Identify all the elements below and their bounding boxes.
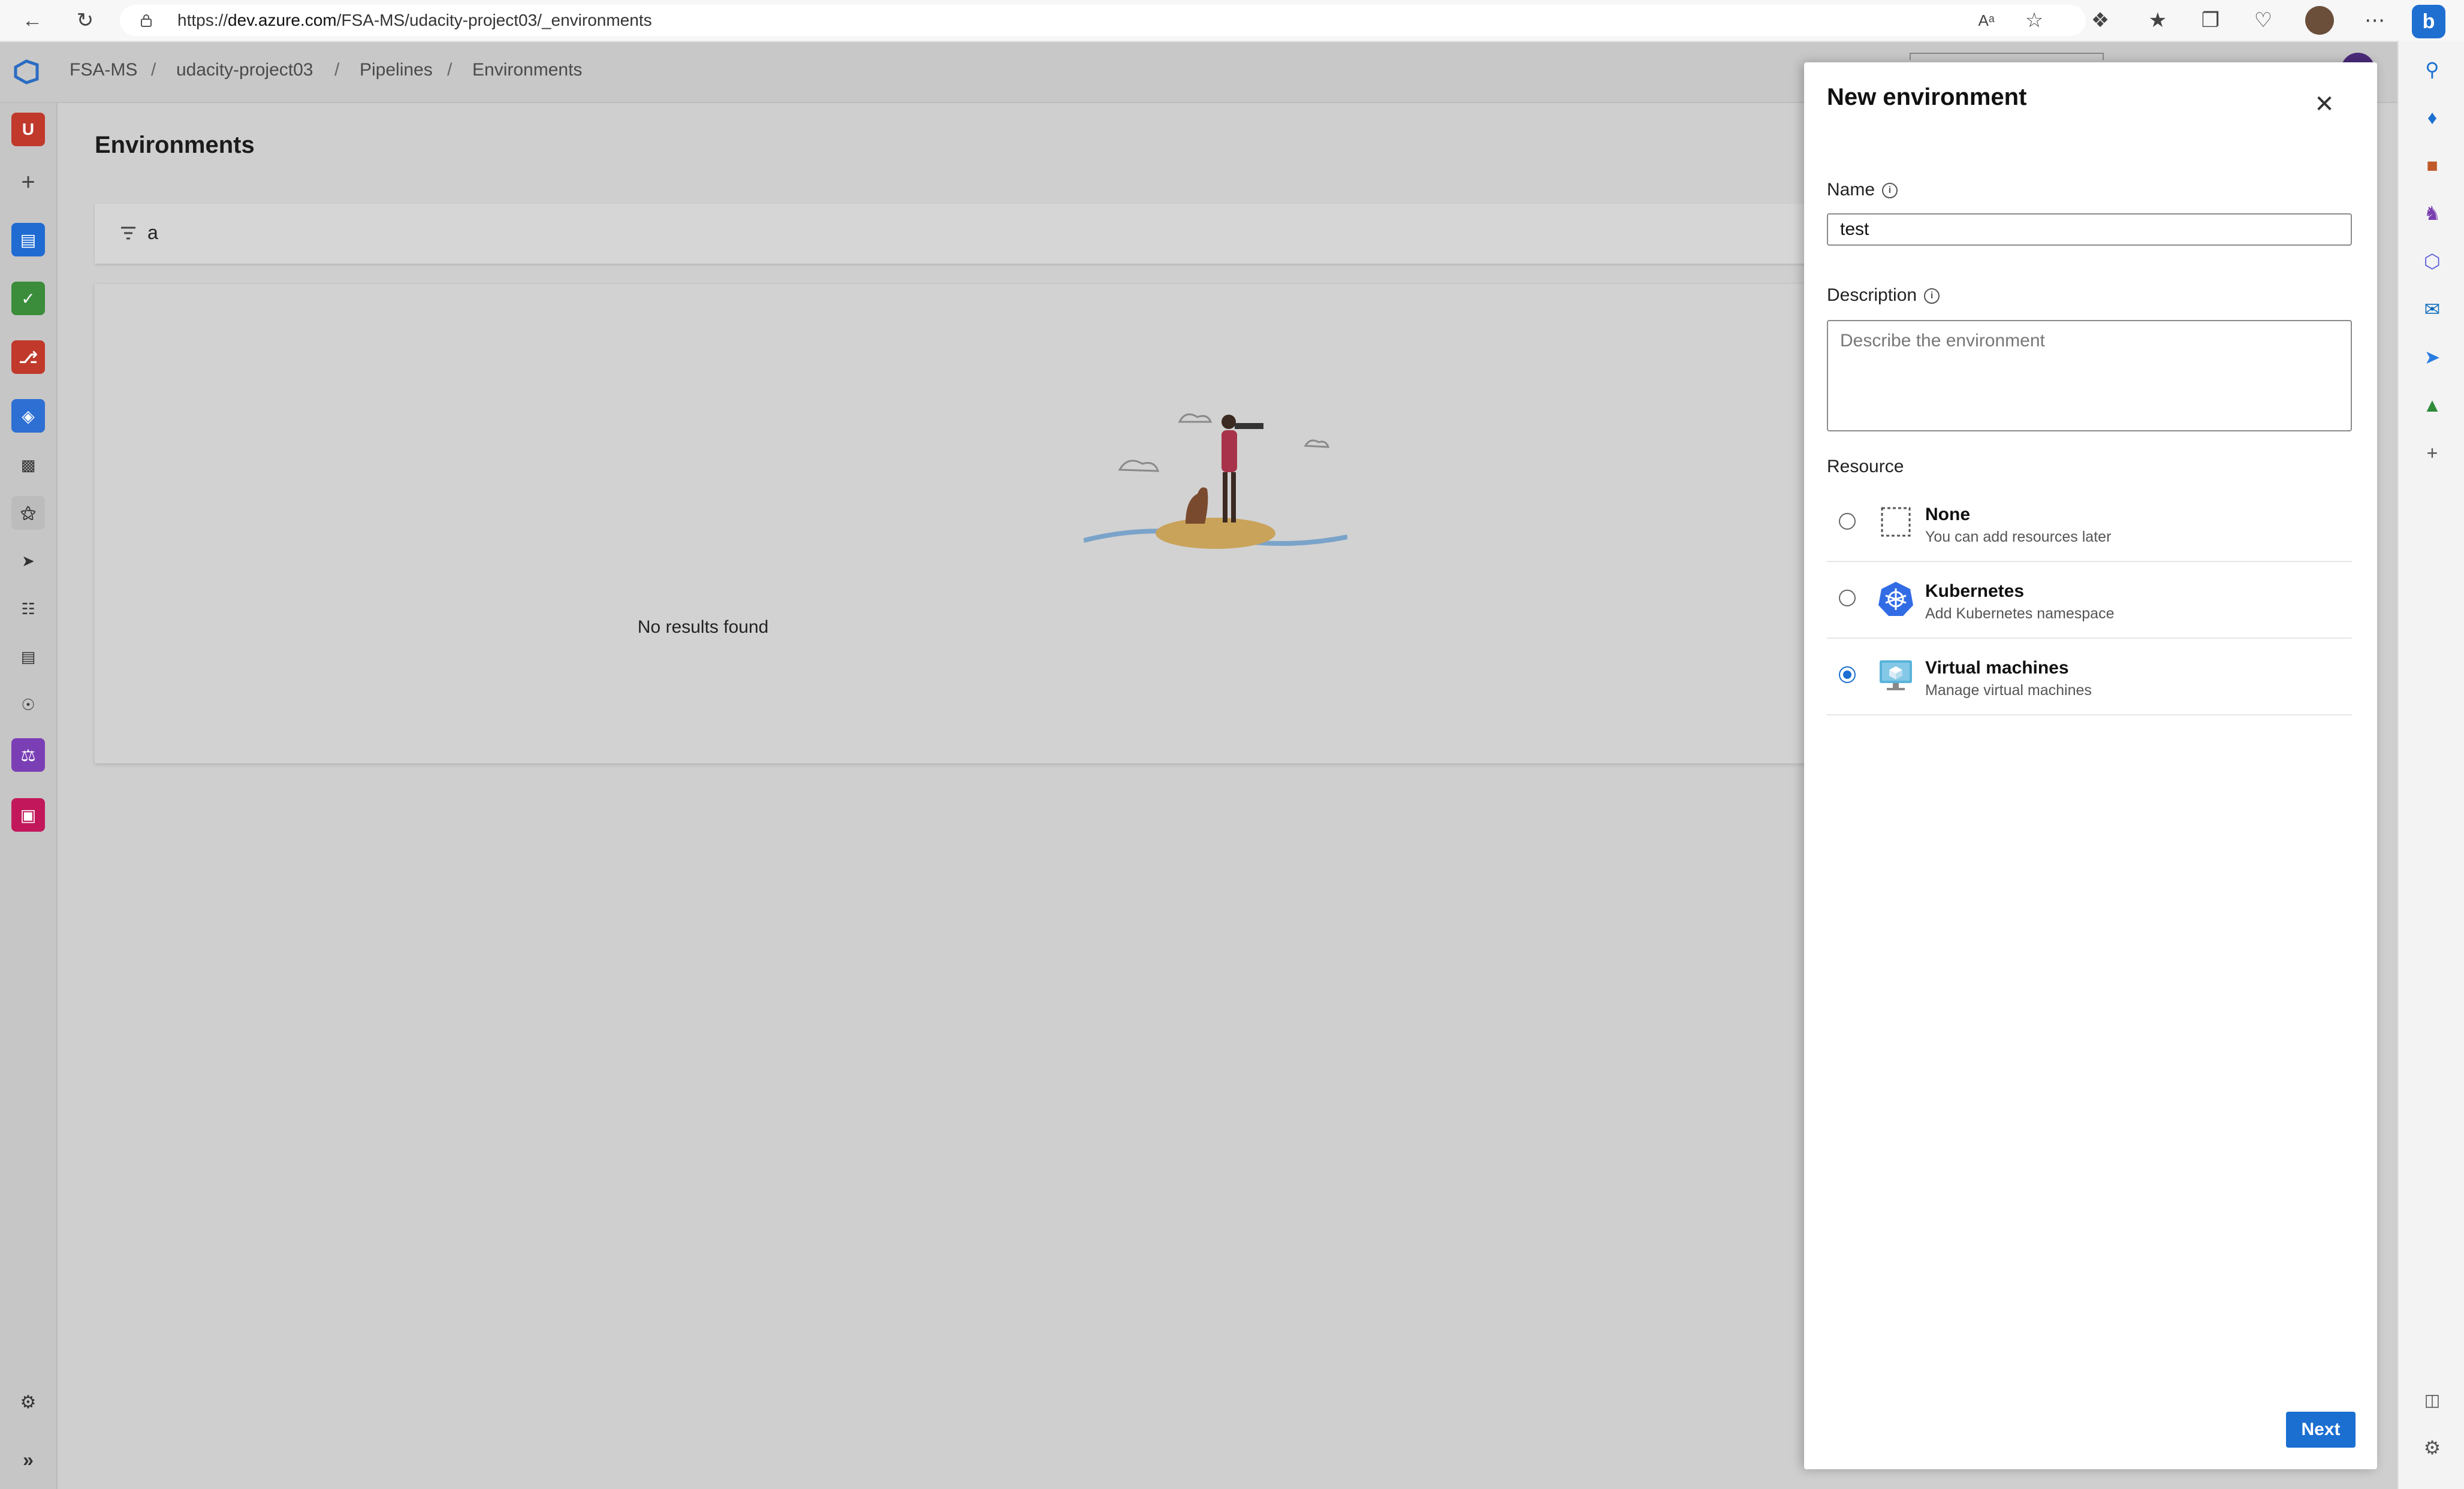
lock-icon [139, 13, 153, 28]
shopping-tag-icon[interactable]: ♦ [2415, 101, 2449, 134]
resource-option-none[interactable]: None You can add resources later [1827, 485, 2352, 562]
panel-title: New environment [1827, 84, 2027, 110]
library-nav-icon[interactable]: ☷ [11, 592, 45, 626]
name-label-row: Name i [1827, 180, 1898, 200]
more-options-icon[interactable]: ⋯ [2360, 6, 2389, 35]
azure-devops-logo-icon[interactable] [12, 58, 41, 86]
breadcrumb-separator: / [151, 60, 156, 80]
resource-title: Kubernetes [1925, 581, 2025, 601]
resource-radio-virtual-machines[interactable] [1839, 666, 1856, 683]
resource-option-virtual-machines[interactable]: Virtual machines Manage virtual machines [1827, 639, 2352, 715]
description-label-row: Description i [1827, 285, 1940, 306]
empty-state-illustration [1083, 380, 1348, 560]
url-text: https://dev.azure.com/FSA-MS/udacity-pro… [177, 5, 652, 36]
repos-icon[interactable]: ⎇ [11, 340, 45, 374]
favorite-star-icon[interactable]: ☆ [2020, 6, 2049, 35]
environments-nav-icon[interactable]: ⚝ [11, 496, 45, 530]
pipelines-sub-icon[interactable]: ▩ [11, 448, 45, 482]
filter-keyword: a [147, 222, 158, 243]
artifacts-icon[interactable]: ▣ [11, 798, 45, 832]
breadcrumb-separator: / [334, 60, 340, 80]
releases-nav-icon[interactable]: ➤ [11, 544, 45, 578]
resource-radio-kubernetes[interactable] [1839, 590, 1856, 606]
project-avatar[interactable]: U [11, 113, 45, 146]
deployment-groups-nav-icon[interactable]: ☉ [11, 688, 45, 721]
no-results-text: No results found [637, 617, 769, 637]
send-icon[interactable]: ➤ [2415, 340, 2449, 374]
name-info-icon[interactable]: i [1882, 183, 1898, 199]
filter-icon [119, 224, 138, 242]
boards-icon[interactable]: ✓ [11, 282, 45, 315]
filter-bar[interactable]: a [95, 204, 1809, 264]
add-icon[interactable]: + [2415, 436, 2449, 470]
address-bar[interactable]: https://dev.azure.com/FSA-MS/udacity-pro… [120, 5, 2086, 36]
read-aloud-icon[interactable]: Aᵃ [1972, 6, 2001, 35]
new-item-plus-icon[interactable]: + [11, 165, 45, 199]
games-icon[interactable]: ♞ [2415, 197, 2449, 230]
extensions-icon[interactable]: ❖ [2086, 6, 2115, 35]
microsoft-365-icon[interactable]: ⬡ [2415, 244, 2449, 278]
results-card: No results found [95, 284, 1809, 763]
url-path: /FSA-MS/udacity-project03/_environments [336, 11, 652, 29]
settings-gear-icon[interactable]: ⚙ [2415, 1431, 2449, 1464]
expand-chevron-icon[interactable]: » [11, 1443, 45, 1476]
profile-avatar[interactable] [2305, 6, 2334, 35]
refresh-icon[interactable]: ↻ [71, 6, 99, 35]
project-settings-gear-icon[interactable]: ⚙ [11, 1385, 45, 1419]
kubernetes-icon [1877, 580, 1914, 617]
description-info-icon[interactable]: i [1924, 288, 1940, 304]
resource-title: None [1925, 505, 1970, 524]
resource-label: Resource [1827, 457, 1904, 476]
description-label: Description [1827, 285, 1917, 305]
resource-subtitle: Manage virtual machines [1925, 682, 2092, 699]
edge-sidebar: ⚲ ♦ ■ ♞ ⬡ ✉ ➤ ▲ + ◫ ⚙ [2397, 41, 2464, 1489]
new-environment-panel: New environment ✕ Namei Descriptioni Res… [1804, 62, 2377, 1469]
breadcrumb-page[interactable]: Environments [472, 60, 582, 80]
name-input[interactable] [1827, 213, 2352, 246]
breadcrumb-org[interactable]: FSA-MS [70, 60, 137, 80]
pipelines-icon[interactable]: ◈ [11, 399, 45, 433]
outlook-icon[interactable]: ✉ [2415, 292, 2449, 326]
header-search-box[interactable] [1910, 53, 2104, 60]
overview-icon[interactable]: ▤ [11, 223, 45, 256]
page-title: Environments [95, 132, 255, 158]
collections-icon[interactable]: ❐ [2196, 6, 2225, 35]
test-plans-icon[interactable]: ⚖ [11, 738, 45, 772]
next-button[interactable]: Next [2286, 1412, 2356, 1448]
browser-toolbar: ← ↻ https://dev.azure.com/FSA-MS/udacity… [0, 0, 2464, 42]
resource-option-kubernetes[interactable]: Kubernetes Add Kubernetes namespace [1827, 562, 2352, 639]
virtual-machine-icon [1877, 657, 1914, 694]
bing-copilot-icon[interactable]: b [2412, 5, 2445, 38]
breadcrumb-separator: / [447, 60, 453, 80]
search-icon[interactable]: ⚲ [2415, 53, 2449, 86]
close-icon[interactable]: ✕ [2308, 87, 2341, 121]
url-host: dev.azure.com [228, 11, 337, 29]
favorites-icon[interactable]: ★ [2143, 6, 2172, 35]
back-arrow-icon[interactable]: ← [18, 6, 47, 35]
left-nav-rail: U + ▤ ✓ ⎇ ◈ ▩ ⚝ ➤ ☷ ▤ ☉ ⚖ ▣ ⚙ » [0, 103, 58, 1489]
resource-subtitle: You can add resources later [1925, 528, 2112, 545]
description-input[interactable] [1827, 320, 2352, 431]
breadcrumb-project[interactable]: udacity-project03 [176, 60, 313, 80]
browser-essentials-icon[interactable]: ♡ [2249, 6, 2278, 35]
resource-radio-none[interactable] [1839, 513, 1856, 530]
split-screen-icon[interactable]: ◫ [2415, 1383, 2449, 1416]
dashed-square-icon [1877, 503, 1914, 540]
breadcrumb-section[interactable]: Pipelines [360, 60, 433, 80]
url-prefix: https:// [177, 11, 228, 29]
tree-icon[interactable]: ▲ [2415, 388, 2449, 422]
task-groups-nav-icon[interactable]: ▤ [11, 640, 45, 673]
name-label: Name [1827, 180, 1875, 200]
resource-title: Virtual machines [1925, 658, 2069, 678]
tools-icon[interactable]: ■ [2415, 149, 2449, 182]
resource-subtitle: Add Kubernetes namespace [1925, 605, 2115, 622]
